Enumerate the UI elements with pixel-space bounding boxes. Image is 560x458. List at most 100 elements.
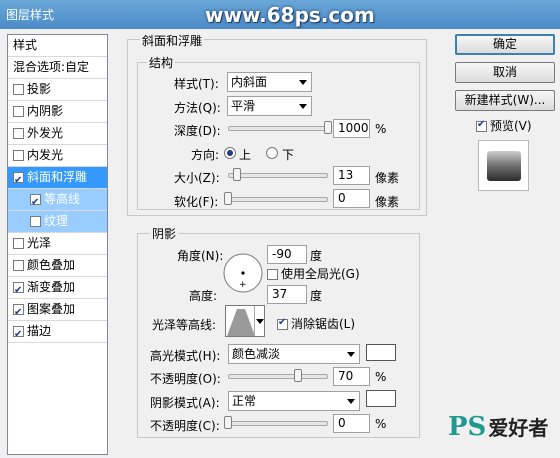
new-style-button[interactable]: 新建样式(W)... [455,90,555,111]
altitude-input[interactable]: 37 [267,285,307,304]
style-item[interactable]: 渐变叠加 [8,277,107,301]
style-select[interactable]: 内斜面 [227,72,312,92]
ps-logo: PS 爱好者 [448,412,548,442]
logo-text: 爱好者 [488,416,549,440]
bevel-group-title: 斜面和浮雕 [140,32,205,49]
style-item-checkbox[interactable] [13,280,24,301]
method-label: 方法(Q): [174,101,221,115]
chevron-down-icon [347,399,355,404]
style-item[interactable]: 内发光 [8,145,107,167]
contour-preview-icon [227,309,255,336]
highlight-opacity-label: 不透明度(O): [150,372,221,386]
style-item-checkbox[interactable] [13,106,24,117]
style-item[interactable]: 内阴影 [8,101,107,123]
shadow-opacity-input[interactable]: 0 [333,414,370,433]
global-light-checkbox-wrap[interactable]: 使用全局光(G) [267,265,360,282]
shadow-opacity-label: 不透明度(C): [150,419,220,433]
structure-title: 结构 [147,54,176,71]
style-item-checkbox[interactable] [30,216,41,227]
logo-brand: PS [448,412,487,442]
style-item[interactable]: 颜色叠加 [8,255,107,277]
styles-header[interactable]: 样式 [8,35,107,57]
soften-input[interactable]: 0 [333,189,370,208]
size-input[interactable]: 13 [333,166,370,185]
style-item-checkbox[interactable] [30,192,41,213]
shadow-color-swatch[interactable] [366,390,396,407]
soften-slider[interactable] [228,197,328,202]
altitude-unit: 度 [310,289,323,303]
ok-button[interactable]: 确定 [455,34,555,55]
shadow-opacity-handle[interactable] [224,416,232,429]
method-select[interactable]: 平滑 [227,96,312,116]
size-slider-handle[interactable] [233,168,241,181]
chevron-down-icon [299,80,307,85]
shadow-opacity-slider[interactable] [228,421,328,426]
style-item[interactable]: 外发光 [8,123,107,145]
style-item-label: 投影 [27,82,52,96]
highlight-color-swatch[interactable] [366,344,396,361]
angle-input[interactable]: -90 [267,245,307,264]
style-item[interactable]: 等高线 [8,189,107,213]
shading-title: 阴影 [150,225,179,242]
style-item[interactable]: 投影 [8,79,107,101]
preview-checkbox[interactable] [476,119,487,132]
style-item-label: 纹理 [44,214,69,228]
style-item-checkbox[interactable] [13,302,24,323]
style-item-checkbox[interactable] [13,238,24,249]
style-item-checkbox[interactable] [13,170,24,191]
soften-label: 软化(F): [174,195,219,209]
title-bar: 图层样式 www.68ps.com [0,0,560,29]
style-item-label: 颜色叠加 [27,258,76,272]
style-item-label: 外发光 [27,126,64,140]
antialias-wrap[interactable]: 消除锯齿(L) [277,315,355,332]
size-slider[interactable] [228,173,328,178]
style-item-checkbox[interactable] [13,128,24,139]
style-item[interactable]: 斜面和浮雕 [8,167,107,191]
svg-text:+: + [239,280,247,290]
antialias-label: 消除锯齿(L) [291,317,356,331]
style-item-checkbox[interactable] [13,150,24,161]
style-item-label: 图案叠加 [27,302,76,316]
highlight-opacity-input[interactable]: 70 [333,367,370,386]
preview-wrap[interactable]: 预览(V) [476,117,532,134]
direction-label: 方向: [191,148,220,162]
highlight-opacity-slider[interactable] [228,374,328,379]
global-light-label: 使用全局光(G) [281,267,360,281]
style-item-label: 描边 [27,324,52,338]
highlight-opacity-handle[interactable] [294,369,302,382]
style-item-checkbox[interactable] [13,260,24,271]
contour-dropdown[interactable] [254,306,264,336]
soften-slider-handle[interactable] [224,192,232,205]
style-item-label: 内阴影 [27,104,64,118]
depth-slider-handle[interactable] [324,121,332,134]
style-item-checkbox[interactable] [13,84,24,95]
shadow-mode-select[interactable]: 正常 [228,391,360,411]
direction-down-radio[interactable] [266,147,278,159]
style-list: 样式 混合选项:自定 投影内阴影外发光内发光斜面和浮雕等高线纹理光泽颜色叠加渐变… [7,34,108,455]
size-unit: 像素 [375,171,400,185]
style-item[interactable]: 光泽 [8,233,107,255]
chevron-down-icon [347,352,355,357]
chevron-down-icon [299,104,307,109]
shadow-opacity-unit: % [375,417,387,431]
antialias-checkbox[interactable] [277,317,288,330]
style-item[interactable]: 纹理 [8,211,107,233]
depth-input[interactable]: 1000 [333,119,370,138]
blend-options-item[interactable]: 混合选项:自定 [8,57,107,79]
highlight-mode-select[interactable]: 颜色减淡 [228,344,360,364]
window-title: 图层样式 [6,8,55,22]
direction-up-radio[interactable] [224,147,236,159]
soften-unit: 像素 [375,195,400,209]
preview-swatch [487,151,521,181]
style-item-checkbox[interactable] [13,324,24,345]
style-item[interactable]: 图案叠加 [8,299,107,323]
gloss-contour-picker[interactable] [225,305,265,337]
cancel-button[interactable]: 取消 [455,62,555,83]
angle-dial[interactable]: + [222,252,264,294]
style-item[interactable]: 描边 [8,321,107,345]
global-light-checkbox[interactable] [267,269,278,280]
direction-down-label: 下 [282,148,295,162]
depth-slider[interactable] [228,126,328,131]
watermark: www.68ps.com [205,3,375,27]
gloss-contour-label: 光泽等高线: [152,318,217,332]
